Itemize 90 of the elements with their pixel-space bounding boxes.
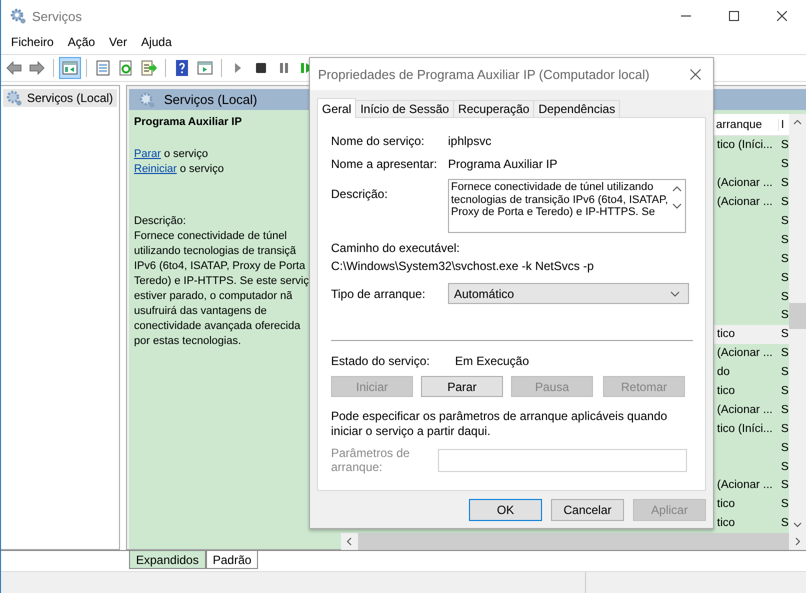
vertical-scrollbar[interactable] (789, 114, 806, 533)
tree-icon (62, 60, 78, 76)
toolbar-button[interactable] (59, 57, 81, 79)
description-label: Descrição: (134, 214, 187, 229)
table-cell: S (781, 404, 789, 416)
table-cell: tico (Iníci... (717, 422, 773, 435)
table-cell: (Acionar ... (717, 404, 773, 416)
gear-icon (10, 8, 26, 24)
table-cell: tico (717, 385, 735, 398)
table-cell: S (781, 385, 789, 398)
field-label: Descrição: (331, 187, 389, 201)
dialog-button[interactable]: OK (469, 499, 542, 521)
table-cell: (Acionar ... (717, 347, 773, 360)
table-cell: S (781, 347, 789, 360)
dialog-title: Propriedades de Programa Auxiliar IP (Computador local) (318, 66, 650, 82)
view-icon (197, 60, 213, 76)
description-line: Teredo) e IP-HTTPS. Se este serviç (134, 274, 310, 289)
field-value: iphlpsvc (448, 134, 492, 148)
dialog-tab[interactable]: Recuperação (453, 100, 534, 117)
scroll-left-icon[interactable] (346, 536, 352, 546)
gear-icon (139, 92, 155, 108)
help-icon (174, 60, 190, 76)
table-cell: S (781, 479, 789, 492)
description-line: usufruirá das vantagens de (134, 304, 268, 319)
action-link[interactable]: Parar (134, 148, 161, 160)
description-line: conectividade avançada oferecida (134, 319, 302, 334)
scroll-right-icon[interactable] (795, 536, 801, 546)
refresh-icon (118, 60, 134, 76)
table-cell: do (717, 366, 730, 378)
table-cell: S (781, 498, 789, 510)
startup-type-dropdown[interactable]: Automático (448, 283, 689, 304)
menu-item[interactable]: Ver (102, 35, 134, 49)
column-header[interactable]: arranque (716, 118, 778, 130)
description-line: Fornece conectividade de túnel (134, 229, 288, 244)
field-value: Programa Auxiliar IP (448, 156, 558, 170)
view-tab[interactable]: Expandidos (129, 551, 206, 569)
horizontal-scrollbar[interactable] (341, 532, 806, 550)
table-cell: (Acionar ... (717, 196, 773, 208)
dialog-button[interactable]: Cancelar (551, 499, 624, 521)
table-cell: tico (Iníci... (717, 139, 773, 152)
table-cell: S (781, 309, 789, 322)
description-line: por estas tecnologias. (134, 334, 242, 349)
stop-icon (253, 60, 269, 76)
pane-title: Serviços (Local) (164, 92, 258, 107)
table-cell: S (781, 422, 789, 435)
window-title: Serviços (32, 8, 82, 24)
table-cell: (Acionar ... (717, 177, 773, 190)
description-box[interactable]: Fornece conectividade de túnel utilizando tecnologias de transição IPv6 (6to4, ISATAP, Proxy de Porta e Teredo) e IP-HTTPS. Se (448, 179, 686, 233)
menu-item[interactable]: Ficheiro (4, 35, 61, 49)
path-value: C:\Windows\System32\svchost.exe -k NetSvcs -p (331, 259, 595, 274)
service-name: Programa Auxiliar IP (134, 116, 243, 128)
export-icon (141, 60, 157, 76)
table-cell: S (781, 139, 789, 152)
gear-icon (6, 90, 22, 106)
table-cell: S (781, 366, 789, 378)
table-cell: S (781, 328, 789, 340)
menu-item[interactable]: Ação (60, 35, 102, 49)
properties-icon (95, 60, 111, 76)
forward-icon (29, 60, 45, 76)
action-link[interactable]: Reiniciar (134, 163, 177, 175)
field-label: Tipo de arranque: (331, 286, 426, 300)
back-icon (6, 60, 22, 76)
dialog-tab[interactable]: Dependências (533, 100, 620, 117)
field-label: Parâmetros de arranque: (331, 446, 411, 474)
maximize-icon (729, 11, 739, 21)
field-label: Caminho do executável: (331, 241, 461, 256)
field-label: Nome a apresentar: (331, 156, 438, 170)
table-cell: (Acionar ... (717, 479, 773, 492)
table-cell: S (781, 196, 789, 208)
table-cell: S (781, 177, 789, 190)
table-cell: S (781, 517, 789, 530)
close-button[interactable] (687, 66, 703, 82)
table-cell: tico (717, 517, 735, 530)
dialog-tab[interactable]: Geral (317, 98, 356, 118)
table-cell: tico (717, 328, 735, 340)
tree-item[interactable]: Serviços (Local) (3, 89, 117, 107)
scroll-down-icon[interactable] (793, 522, 802, 528)
table-cell: tico (717, 498, 735, 510)
chevron-down-icon (670, 290, 680, 296)
menu-item[interactable]: Ajuda (134, 35, 179, 49)
view-tab[interactable]: Padrão (206, 551, 258, 569)
field-label: Estado do serviço: (331, 354, 431, 368)
help-text: Pode especificar os parâmetros de arranque aplicáveis quando iniciar o serviço a partir daqui. (331, 409, 668, 439)
status-value: Em Execução (455, 354, 530, 368)
scroll-up-icon[interactable] (793, 119, 802, 125)
close-icon (777, 11, 787, 21)
scroll-arrows-icon[interactable] (672, 185, 682, 211)
scrollbar-thumb[interactable] (789, 303, 806, 329)
field-label: Nome do serviço: (331, 134, 426, 148)
service-button[interactable]: Parar (421, 376, 503, 397)
